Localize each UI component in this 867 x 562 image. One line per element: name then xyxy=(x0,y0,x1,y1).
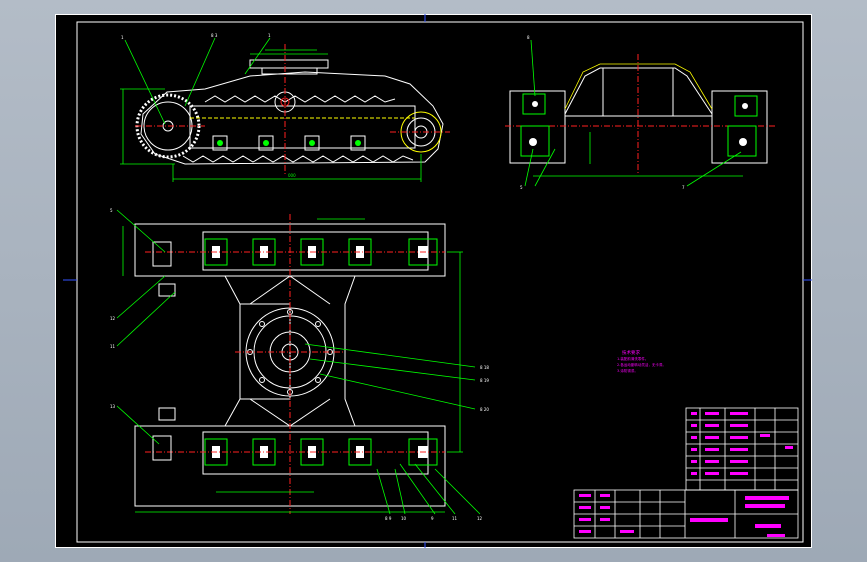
side-view: 8 5 7 xyxy=(505,35,775,190)
label-center-1: 8 18 xyxy=(480,365,489,370)
title-block-text xyxy=(579,494,789,537)
label-top-2: 8 3 xyxy=(211,33,218,38)
notes-title: 技术要求 xyxy=(622,349,640,356)
parts-list-text xyxy=(691,412,793,475)
label-left-4: 13 xyxy=(110,404,116,409)
technical-notes: 技术要求 1.装配前清洗零件。 2.各运动副转动灵活，无卡滞。 3.涂防锈漆。 xyxy=(617,349,666,373)
label-bottom-3: 9 xyxy=(431,516,434,521)
label-side-2: 5 xyxy=(520,185,523,190)
label-center-2: 8 19 xyxy=(480,378,489,383)
label-side-1: 8 xyxy=(527,35,530,40)
outer-border xyxy=(55,14,812,548)
dim-front-length: 000 xyxy=(288,173,296,178)
note-3: 3.涂防锈漆。 xyxy=(617,368,638,373)
plan-view: 5 12 11 13 8 18 8 19 8 20 8 9 10 9 11 12 xyxy=(110,208,489,521)
cad-viewport: 000 1 8 3 1 8 5 7 5 12 11 13 8 18 8 19 8… xyxy=(0,0,867,562)
label-top-1: 1 xyxy=(121,35,124,40)
label-left-2: 12 xyxy=(110,316,116,321)
label-top-3: 1 xyxy=(268,33,271,38)
label-bottom-1: 8 9 xyxy=(385,516,392,521)
label-bottom-2: 10 xyxy=(401,516,407,521)
label-bottom-5: 12 xyxy=(477,516,483,521)
front-view: 000 1 8 3 1 xyxy=(120,33,450,182)
label-center-3: 8 20 xyxy=(480,407,489,412)
note-1: 1.装配前清洗零件。 xyxy=(617,356,648,361)
label-left-1: 5 xyxy=(110,208,113,213)
drawing-sheet: 000 1 8 3 1 8 5 7 5 12 11 13 8 18 8 19 8… xyxy=(55,14,812,548)
label-left-3: 11 xyxy=(110,344,116,349)
label-side-3: 7 xyxy=(682,185,685,190)
assembly-drawing: 000 1 8 3 1 8 5 7 5 12 11 13 8 18 8 19 8… xyxy=(55,14,812,548)
label-bottom-4: 11 xyxy=(452,516,458,521)
note-2: 2.各运动副转动灵活，无卡滞。 xyxy=(617,362,666,367)
